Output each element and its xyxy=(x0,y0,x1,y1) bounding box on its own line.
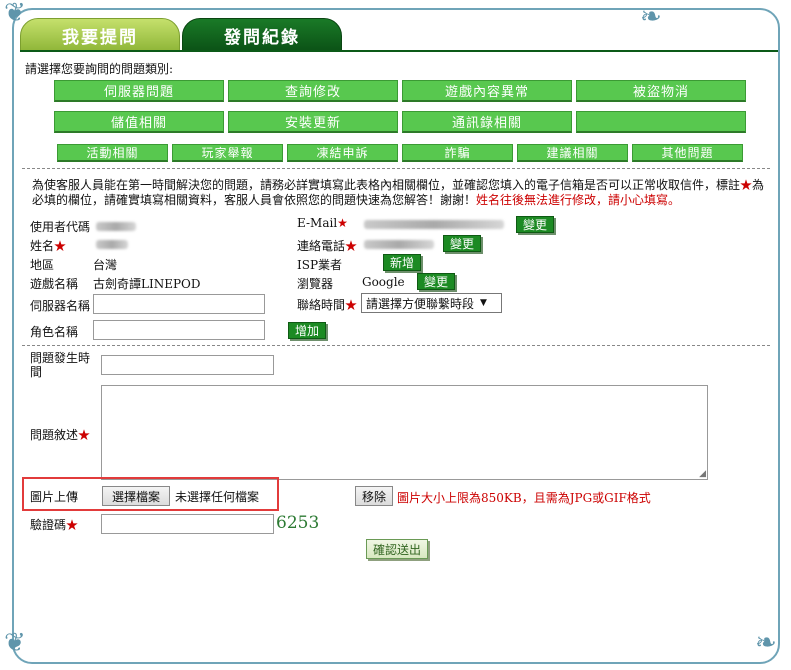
category-freeze-appeal[interactable]: 凍結申訴 xyxy=(287,144,398,162)
tab-question-records[interactable]: 發問紀錄 xyxy=(182,18,342,52)
phone-label: 連絡電話★ xyxy=(297,239,358,253)
choose-file-button[interactable]: 選擇檔案 xyxy=(102,486,170,506)
tab-ask-question[interactable]: 我要提問 xyxy=(20,18,180,52)
issue-time-input[interactable] xyxy=(101,355,274,375)
issue-desc-label: 問題敘述★ xyxy=(30,428,91,442)
corner-ornament-icon: ❦ xyxy=(4,628,26,658)
region-label: 地區 xyxy=(30,258,55,272)
category-contacts[interactable]: 通訊錄相關 xyxy=(402,111,572,133)
corner-ornament-icon: ❧ xyxy=(755,628,777,658)
character-label: 角色名稱 xyxy=(30,325,79,339)
email-label: E-Mail★ xyxy=(297,216,348,230)
chevron-down-icon: ▼ xyxy=(480,298,487,308)
server-label: 伺服器名稱 xyxy=(30,299,91,313)
character-input[interactable] xyxy=(93,320,265,340)
contact-time-select[interactable]: 請選擇方便聯繫時段 ▼ xyxy=(361,293,502,313)
category-game-content-error[interactable]: 遊戲內容異常 xyxy=(402,80,572,102)
category-query-modify[interactable]: 查詢修改 xyxy=(228,80,398,102)
phone-value xyxy=(364,240,434,249)
category-topup[interactable]: 儲值相關 xyxy=(54,111,224,133)
add-isp-button[interactable]: 新增 xyxy=(383,254,422,271)
resize-handle-icon[interactable]: ◢ xyxy=(699,469,706,479)
category-stolen-items[interactable]: 被盜物消 xyxy=(576,80,746,102)
category-prompt: 請選擇您要詢問的問題類別: xyxy=(25,62,174,76)
upload-note: 圖片大小上限為850KB，且需為JPG或GIF格式 xyxy=(397,491,651,505)
game-label: 遊戲名稱 xyxy=(30,277,79,291)
image-upload-label: 圖片上傳 xyxy=(30,490,79,504)
divider xyxy=(22,345,770,346)
user-id-label: 使用者代碼 xyxy=(30,220,91,234)
name-value xyxy=(96,240,128,249)
email-value xyxy=(364,220,504,229)
change-browser-button[interactable]: 變更 xyxy=(417,273,456,290)
contact-time-label: 聯絡時間★ xyxy=(297,298,358,312)
divider xyxy=(22,168,770,169)
isp-label: ISP業者 xyxy=(297,258,343,272)
server-input[interactable] xyxy=(93,294,265,314)
browser-label: 瀏覽器 xyxy=(297,277,334,291)
change-email-button[interactable]: 變更 xyxy=(516,216,555,233)
captcha-label: 驗證碼★ xyxy=(30,518,79,532)
game-value: 古劍奇譚LINEPOD xyxy=(93,277,201,291)
user-id-value xyxy=(96,222,136,231)
category-suggestion[interactable]: 建議相關 xyxy=(517,144,628,162)
remove-button[interactable]: 移除 xyxy=(355,486,393,506)
category-fraud[interactable]: 詐騙 xyxy=(402,144,513,162)
captcha-input[interactable] xyxy=(101,514,274,534)
tab-bar: 我要提問 發問紀錄 xyxy=(20,18,780,52)
category-events[interactable]: 活動相關 xyxy=(57,144,168,162)
browser-value: Google xyxy=(362,275,405,289)
notice-text: 為使客服人員能在第一時間解決您的問題，請務必詳實填寫此表格內相關欄位，並確認您填… xyxy=(32,178,765,207)
tab-underline xyxy=(20,50,778,52)
category-server-issue[interactable]: 伺服器問題 xyxy=(54,80,224,102)
add-character-button[interactable]: 增加 xyxy=(288,322,327,339)
captcha-code: 6253 xyxy=(276,513,320,533)
no-file-text: 未選擇任何檔案 xyxy=(175,490,260,504)
category-other[interactable]: 其他問題 xyxy=(632,144,743,162)
region-value: 台灣 xyxy=(93,258,118,272)
category-report-player[interactable]: 玩家舉報 xyxy=(172,144,283,162)
category-empty[interactable] xyxy=(576,111,746,133)
category-install-update[interactable]: 安裝更新 xyxy=(228,111,398,133)
name-label: 姓名★ xyxy=(30,239,67,253)
change-phone-button[interactable]: 變更 xyxy=(443,235,482,252)
submit-button[interactable]: 確認送出 xyxy=(366,539,429,559)
issue-desc-textarea[interactable]: ◢ xyxy=(101,385,708,480)
issue-time-label: 問題發生時間 xyxy=(30,351,91,379)
